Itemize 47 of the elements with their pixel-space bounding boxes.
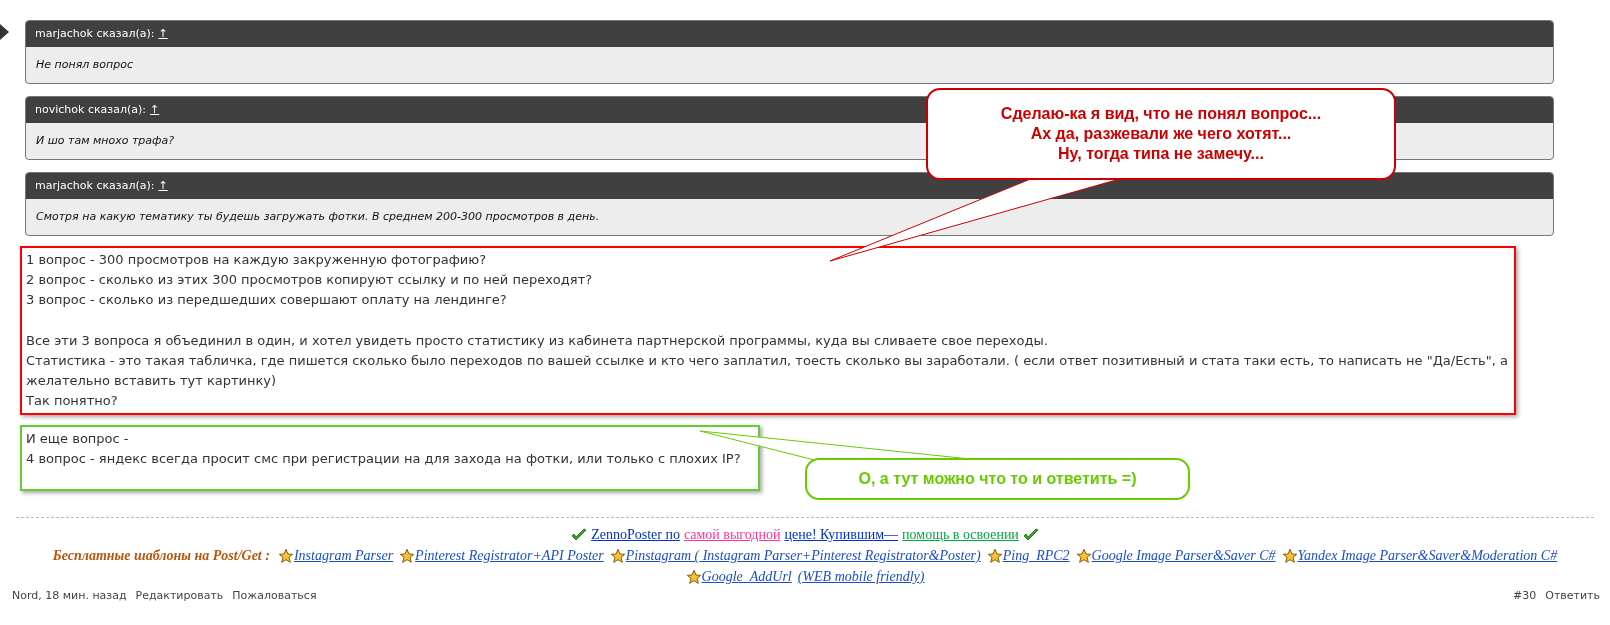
star-icon [1281,547,1298,564]
star-icon [986,547,1003,564]
post-meta: Nord, 18 мин. назад [12,588,127,604]
post-text: 2 вопрос - сколько из этих 300 просмотров копируют ссылку и по ней переходят? [26,271,594,289]
post-action-link[interactable]: Пожаловаться [232,588,317,605]
check-icon [1022,527,1039,542]
template-link[interactable]: Instagram Parser [293,545,394,566]
template-link[interactable]: (WEB mobile friendly) [797,566,925,587]
quote-text: Смотря на какую тематику ты будешь загружать фотки. В среднем 200-300 просмотров в день. [36,208,600,225]
template-link[interactable]: Ping_RPC2 [1002,545,1070,566]
post-text: Все эти 3 вопроса я объединил в один, и хотел увидеть просто статистику из кабинета партнерской программы, куда вы сливаете свое переходы. [26,332,1049,350]
check-icon [571,527,588,542]
jump-link[interactable]: ↑ [149,101,160,119]
quote-author: marjachok сказал(а): [35,25,155,42]
template-link[interactable]: Pinstagram ( Instagram Parser+Pinterest Registrator&Poster) [625,545,981,566]
post-number[interactable]: #30 [1513,588,1537,605]
promo-link[interactable]: цене! Купившим— [784,524,899,545]
jump-link[interactable]: ↑ [158,177,168,195]
callout-text: Ну, тогда типа не замечу... [1058,144,1264,164]
jump-link[interactable]: ↑ [158,25,168,43]
star-icon [277,547,294,564]
star-icon [1075,547,1092,564]
templates-label: Бесплатные шаблоны на Post/Get : [52,547,270,565]
post-text: Так понятно? [26,392,119,410]
callout-text: О, а тут можно что то и ответить =) [858,469,1137,489]
pointer-icon [0,24,9,40]
template-link[interactable]: Google Image Parser&Saver C# [1091,545,1276,566]
callout-text: Ах да, разжевали же чего хотят... [1030,124,1292,144]
post-action-link[interactable]: Редактировать [135,588,224,605]
template-link[interactable]: Yandex Image Parser&Saver&Moderation C# [1297,545,1558,566]
quote-text: Не понял вопрос [36,56,133,73]
callout-text: Сделаю-ка я вид, что не понял вопрос... [1000,104,1322,124]
post-text: И еще вопрос - [26,430,130,448]
post-text: 1 вопрос - 300 просмотров на каждую закруженную фотографию? [26,251,488,269]
template-link[interactable]: Pinterest Registrator+API Poster [415,545,604,566]
post-text: Статистика - это такая табличка, где пишется сколько было переходов по вашей ссылке и кто чего заплатил, тоесть сколько вы заработали. ( если ответ позитивный и стата таки есть, то написать не "Да/Есть", а желательно вставить тут картинку) [26,352,1509,390]
quote-text: И шо там мнохо трафа? [36,132,175,149]
post-text: 4 вопрос - яндекс всегда просит смс при регистрации на для захода на фотки, или только с плохих IP? [26,450,742,468]
star-icon [609,547,626,564]
quote-author: marjachok сказал(а): [35,177,155,194]
promo-link[interactable]: ZennoPoster по [591,524,680,545]
post-text: 3 вопрос - сколько из передшедших совершают оплату на лендинге? [26,291,508,309]
template-link[interactable]: Google_AddUrl [701,566,792,587]
reply-link[interactable]: Ответить [1545,588,1600,605]
star-icon [685,568,702,585]
star-icon [399,547,416,564]
quote-author: novichok сказал(а): [35,101,146,118]
